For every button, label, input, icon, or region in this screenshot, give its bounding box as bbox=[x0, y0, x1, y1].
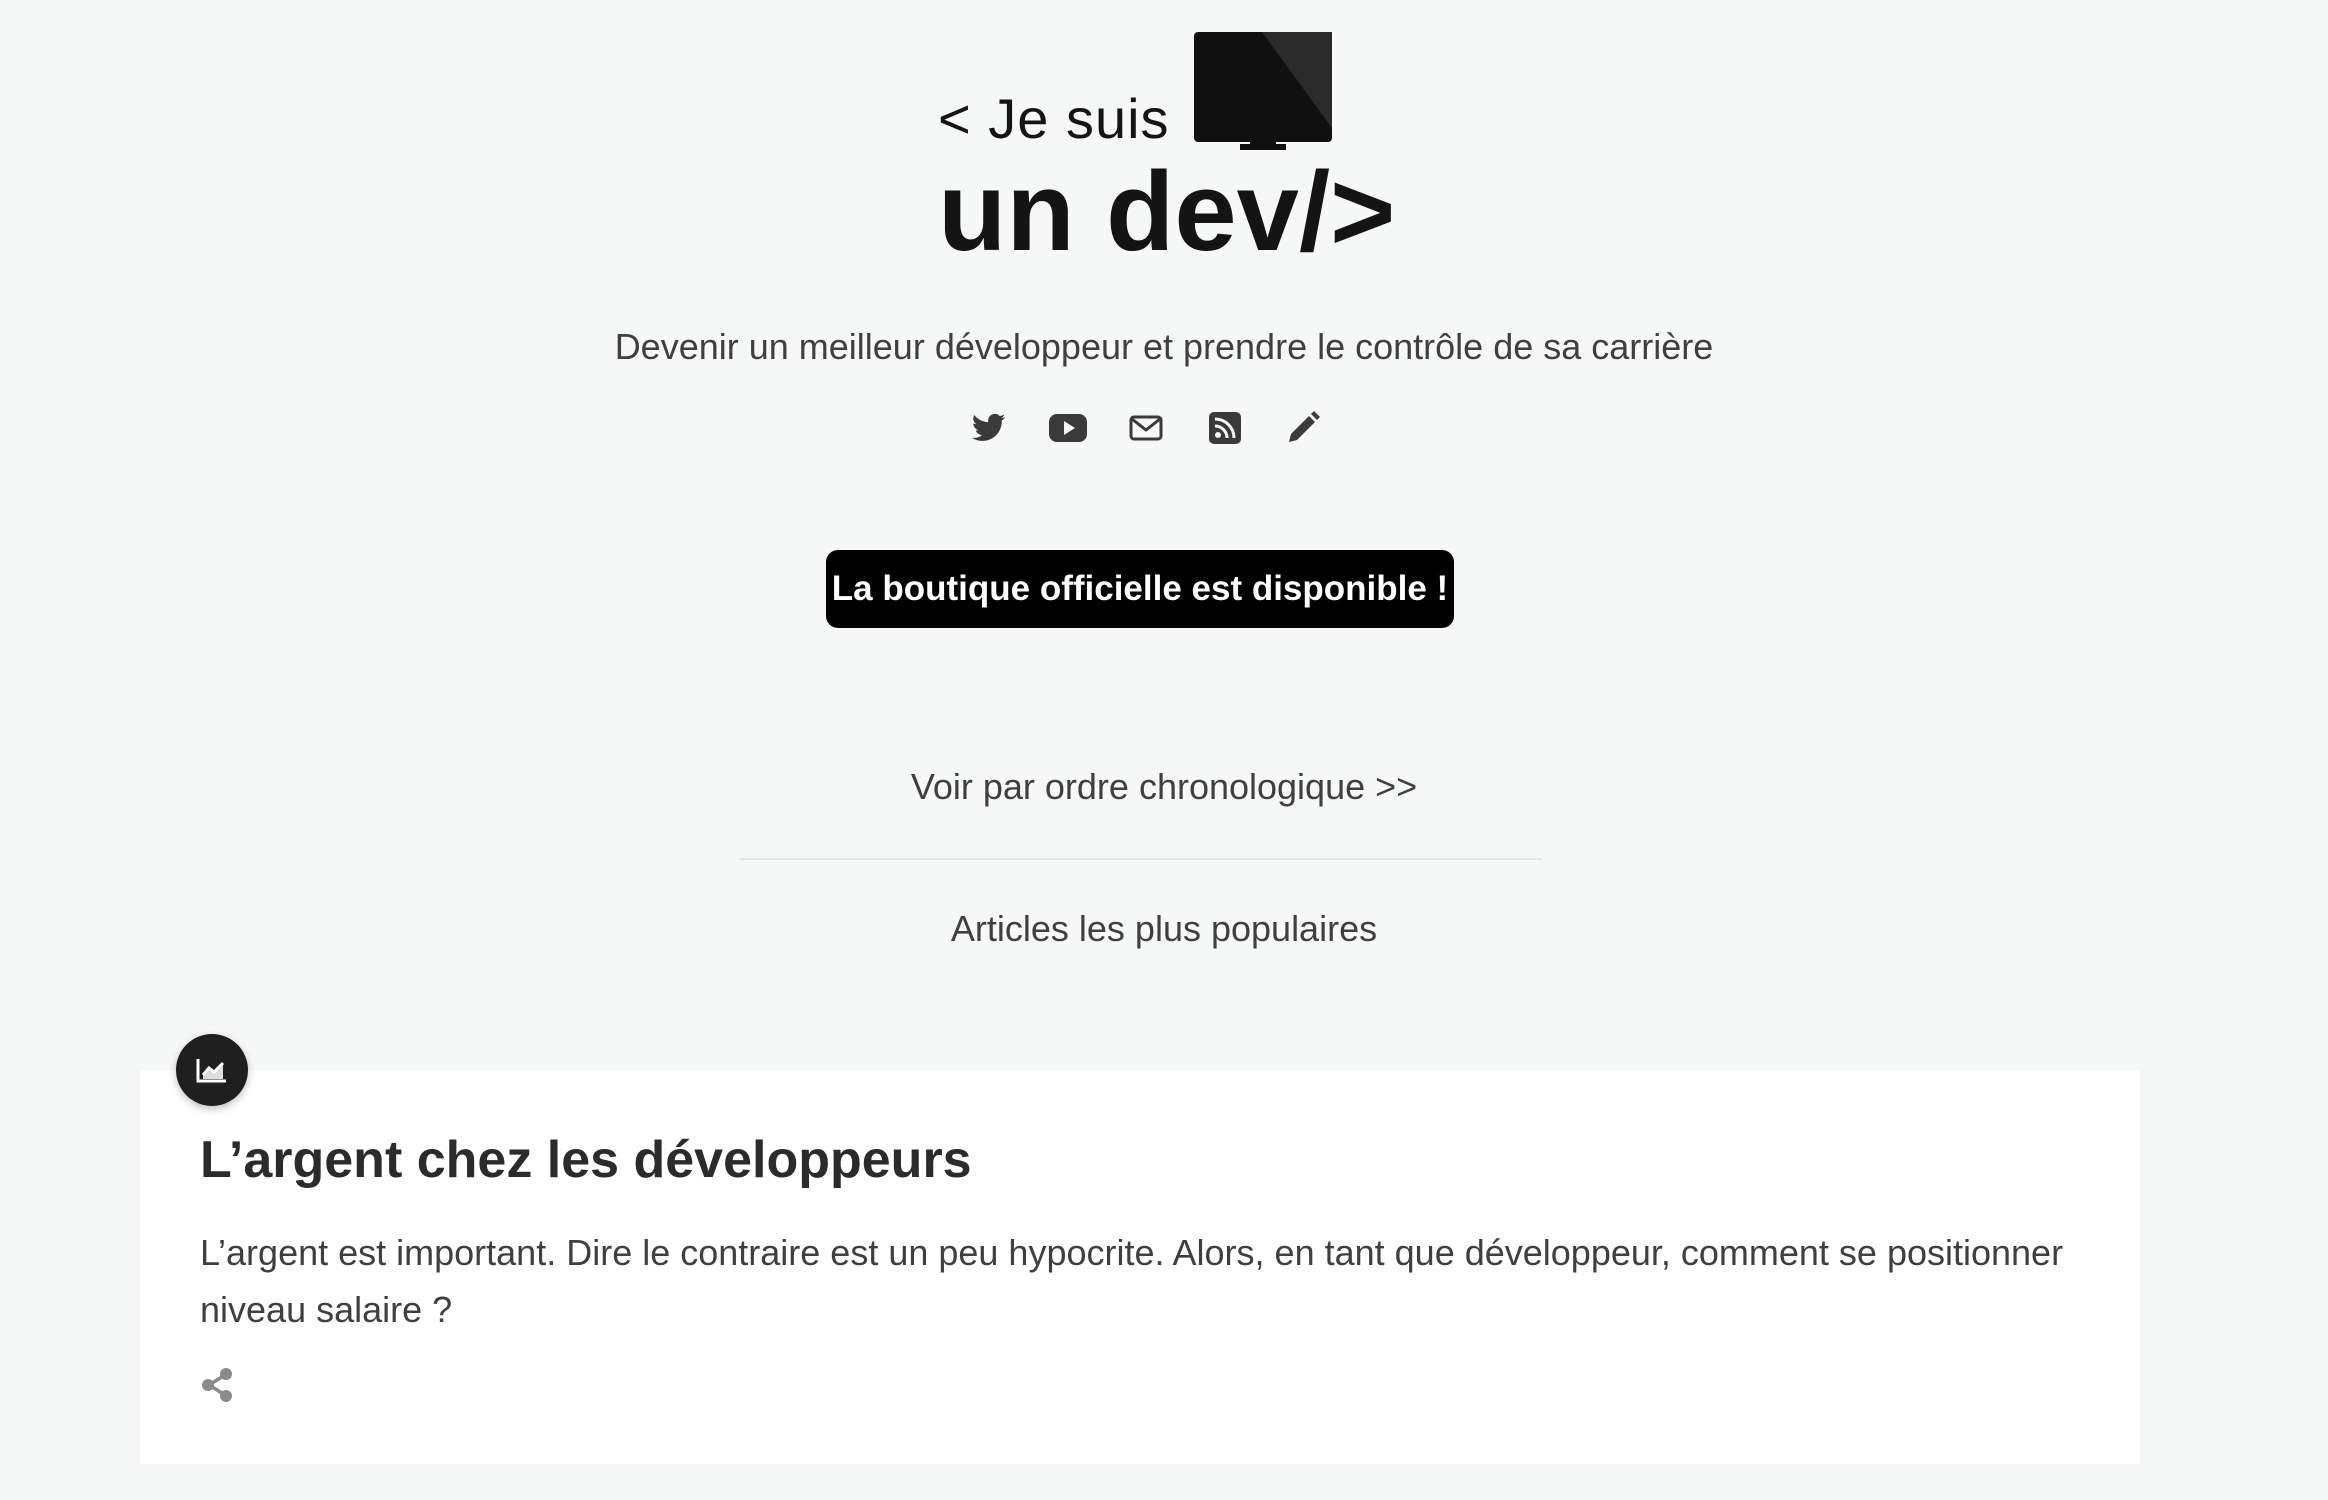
site-tagline: Devenir un meilleur développeur et prend… bbox=[614, 326, 1714, 367]
shop-button[interactable]: La boutique officielle est disponible ! bbox=[826, 550, 1454, 628]
logo-text-line1: < Je suis bbox=[938, 87, 1170, 150]
pencil-icon[interactable] bbox=[1284, 409, 1322, 447]
share-icon[interactable] bbox=[200, 1368, 234, 1402]
social-links bbox=[970, 408, 1322, 448]
site-logo[interactable]: < Je suis un dev/> bbox=[938, 28, 1395, 268]
twitter-icon[interactable] bbox=[970, 409, 1008, 447]
popular-articles-heading: Articles les plus populaires bbox=[950, 908, 1378, 949]
rss-icon[interactable] bbox=[1206, 409, 1244, 447]
article-excerpt: L’argent est important. Dire le contrair… bbox=[200, 1232, 2064, 1330]
monitor-icon bbox=[1194, 32, 1332, 150]
chronological-link[interactable]: Voir par ordre chronologique >> bbox=[0, 766, 2328, 808]
logo-text-line2: un dev/> bbox=[938, 149, 1396, 274]
youtube-icon[interactable] bbox=[1048, 409, 1087, 447]
article-title[interactable]: L’argent chez les développeurs bbox=[200, 1130, 972, 1190]
trending-chart-icon bbox=[176, 1034, 248, 1106]
email-icon[interactable] bbox=[1127, 409, 1165, 447]
divider bbox=[740, 858, 1542, 860]
